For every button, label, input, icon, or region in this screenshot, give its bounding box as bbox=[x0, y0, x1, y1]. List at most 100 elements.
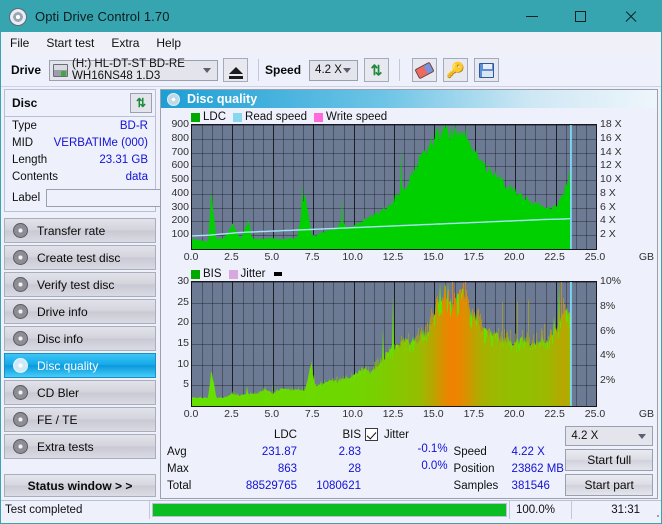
ldc-chart-block: LDC Read speed Write speed 100 200 300 400 5… bbox=[161, 108, 657, 265]
series-jitter-bar bbox=[449, 303, 450, 406]
save-button[interactable] bbox=[474, 58, 500, 82]
series-jitter-bar bbox=[405, 337, 406, 406]
sidebar-item-fe-te[interactable]: FE / TE bbox=[4, 407, 156, 432]
test-speed-select[interactable]: 4.2 X bbox=[565, 426, 653, 446]
series-jitter-bar bbox=[451, 311, 452, 406]
cell-avg-ldc: 231.87 bbox=[261, 445, 297, 458]
sidebar-item-disc-quality[interactable]: Disc quality bbox=[4, 353, 156, 378]
readout-row-speed: Speed 4.22 X bbox=[454, 443, 566, 460]
series-jitter-bar bbox=[368, 367, 369, 406]
series-jitter-bar bbox=[357, 376, 358, 406]
series-jitter-bar bbox=[513, 346, 514, 406]
jitter-checkbox[interactable] bbox=[365, 428, 378, 441]
sidebar-item-extra-tests[interactable]: Extra tests bbox=[4, 434, 156, 459]
y2-tick-label: 6% bbox=[600, 324, 616, 337]
progress-percent: 100.0% bbox=[509, 501, 571, 519]
sidebar-item-create-test-disc[interactable]: Create test disc bbox=[4, 245, 156, 270]
series-jitter-bar bbox=[555, 332, 556, 406]
refresh-button[interactable]: ⇅ bbox=[364, 58, 390, 82]
disc-row-type: Type BD-R bbox=[5, 117, 155, 134]
x-tick-label: 15.0 bbox=[423, 408, 444, 420]
status-window-button[interactable]: Status window > > bbox=[4, 474, 156, 497]
series-jitter-bar bbox=[428, 336, 429, 406]
actions-column: 4.2 X Start full Start part bbox=[565, 426, 653, 496]
series-jitter-bar bbox=[232, 391, 233, 406]
series-jitter-bar bbox=[483, 327, 484, 406]
minimize-icon bbox=[525, 16, 538, 17]
series-jitter-bar bbox=[447, 311, 448, 406]
y-tick-label: 800 bbox=[171, 131, 189, 144]
drive-select[interactable]: (H:) HL-DT-ST BD-RE WH16NS48 1.D3 bbox=[49, 58, 219, 82]
series-jitter-bar bbox=[324, 379, 325, 406]
maximize-button[interactable] bbox=[558, 1, 603, 32]
start-full-button[interactable]: Start full bbox=[565, 449, 653, 471]
disc-refresh-button[interactable]: ⇅ bbox=[130, 93, 152, 113]
start-part-button[interactable]: Start part bbox=[565, 474, 653, 496]
sidebar-item-verify-test-disc[interactable]: Verify test disc bbox=[4, 272, 156, 297]
y-tick-label: 10 bbox=[177, 357, 189, 370]
series-jitter-bar bbox=[356, 372, 357, 406]
y-tick-label: 30 bbox=[177, 275, 189, 287]
series-jitter-bar bbox=[493, 332, 494, 406]
series-jitter-bar bbox=[279, 392, 280, 406]
sidebar-item-cd-bler[interactable]: CD Bler bbox=[4, 380, 156, 405]
readout-label-position: Position bbox=[453, 462, 495, 475]
sidebar-item-disc-info[interactable]: Disc info bbox=[4, 326, 156, 351]
series-jitter-bar bbox=[294, 391, 295, 406]
bis-y-axis-left: 5 10 15 20 25 30 bbox=[163, 275, 191, 407]
menu-start-test[interactable]: Start test bbox=[46, 34, 103, 52]
sidebar-item-label: FE / TE bbox=[37, 412, 78, 427]
sidebar-item-drive-info[interactable]: Drive info bbox=[4, 299, 156, 324]
scale-marker-icon bbox=[274, 272, 283, 276]
chevron-down-icon bbox=[203, 67, 212, 73]
series-jitter-bar bbox=[479, 316, 480, 406]
erase-button[interactable] bbox=[412, 58, 438, 82]
series-jitter-bar bbox=[386, 352, 387, 406]
series-jitter-bar bbox=[434, 326, 435, 406]
series-jitter-bar bbox=[327, 385, 328, 406]
series-jitter-bar bbox=[444, 291, 445, 406]
series-jitter-bar bbox=[389, 346, 390, 406]
x-tick-label: 2.5 bbox=[224, 251, 239, 263]
x-tick-label: 25.0 bbox=[584, 251, 606, 263]
series-jitter-bar bbox=[437, 295, 438, 406]
menu-file[interactable]: File bbox=[10, 34, 38, 52]
cell-total-ldc: 88529765 bbox=[245, 479, 297, 492]
ldc-plot-area[interactable] bbox=[191, 124, 597, 250]
series-jitter-bar bbox=[237, 393, 238, 406]
series-jitter-bar bbox=[544, 323, 545, 406]
sidebar-item-transfer-rate[interactable]: Transfer rate bbox=[4, 218, 156, 243]
disc-contents-label: Contents bbox=[12, 170, 59, 183]
close-button[interactable] bbox=[608, 1, 653, 32]
series-jitter-bar bbox=[349, 378, 350, 406]
series-jitter-bar bbox=[298, 387, 299, 406]
menu-extra[interactable]: Extra bbox=[111, 34, 148, 52]
series-jitter-bar bbox=[305, 387, 306, 406]
series-jitter-bar bbox=[251, 392, 252, 406]
series-jitter-bar bbox=[453, 307, 454, 406]
series-jitter-bar bbox=[477, 310, 478, 406]
x-tick-label: 20.0 bbox=[503, 251, 525, 263]
series-jitter-bar bbox=[553, 336, 554, 406]
series-jitter-bar bbox=[332, 378, 333, 406]
bis-chart-block: BIS Jitter 5 10 15 20 25 30 2% 4% 6% 8% 10% 0.0 2.… bbox=[161, 265, 657, 422]
series-jitter-bar bbox=[511, 350, 512, 406]
y-tick-label: 300 bbox=[171, 200, 189, 213]
disc-label-row: Label bbox=[5, 185, 217, 211]
series-jitter-bar bbox=[321, 385, 322, 406]
bis-plot-area[interactable] bbox=[191, 281, 597, 407]
series-jitter-bar bbox=[267, 391, 268, 406]
bis-y-axis-right: 2% 4% 6% 8% 10% bbox=[597, 275, 629, 407]
resize-grip-icon[interactable] bbox=[647, 501, 661, 519]
eject-button[interactable] bbox=[223, 58, 249, 82]
speed-select[interactable]: 4.2 X bbox=[309, 59, 359, 81]
readout-spacer bbox=[454, 426, 566, 443]
key-button[interactable]: 🔑 bbox=[443, 58, 469, 82]
jitter-header: Jitter bbox=[365, 426, 454, 443]
cell-total-bis: 1080621 bbox=[316, 479, 361, 492]
y2-tick-label: 4 X bbox=[600, 214, 616, 227]
menu-help[interactable]: Help bbox=[156, 34, 190, 52]
series-jitter-bar bbox=[371, 373, 372, 406]
series-jitter-bar bbox=[491, 345, 492, 406]
minimize-button[interactable] bbox=[509, 1, 554, 32]
